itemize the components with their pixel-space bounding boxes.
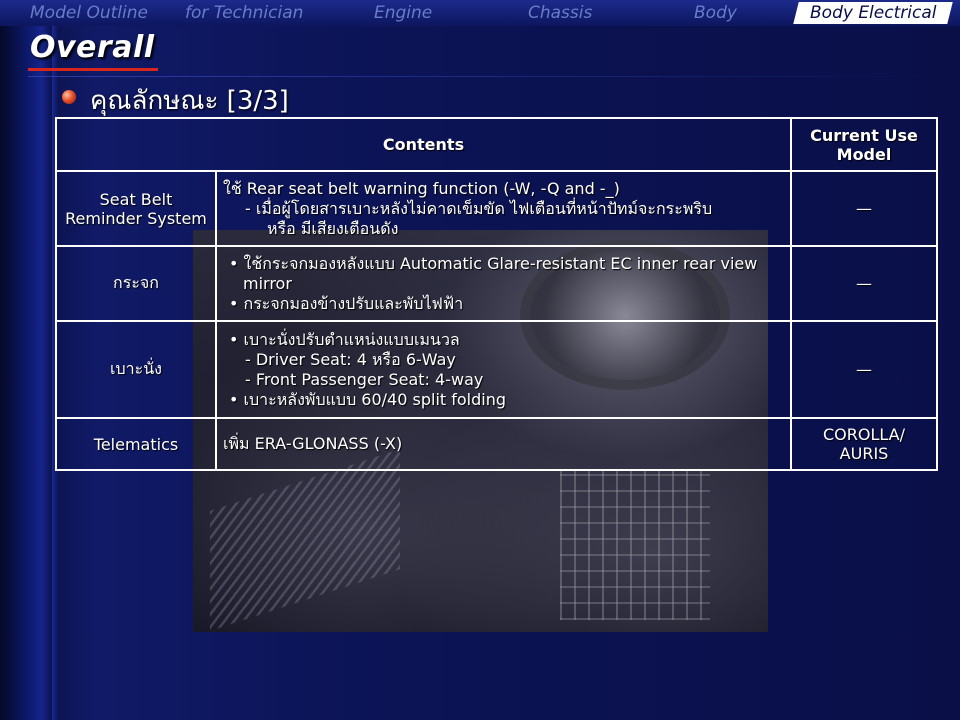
table-header-row: Contents Current Use Model bbox=[55, 117, 938, 172]
content-line: • ใช้กระจกมองหลังแบบ Automatic Glare-res… bbox=[229, 253, 758, 293]
left-decor-band bbox=[0, 0, 52, 720]
nav-tab-engine[interactable]: Engine bbox=[374, 3, 432, 23]
car-frame-photo-icon bbox=[560, 470, 710, 620]
nav-tab-body-electrical[interactable]: Body Electrical bbox=[793, 2, 954, 24]
row-model: — bbox=[790, 245, 938, 322]
content-line: • กระจกมองข้างปรับและพับไฟฟ้า bbox=[229, 293, 464, 313]
row-category: Seat Belt Reminder System bbox=[55, 170, 217, 247]
page-subtitle: คุณลักษณะ [3/3] bbox=[90, 86, 289, 116]
content-line: หรือ มีเสียงเตือนดัง bbox=[267, 218, 399, 238]
title-underline bbox=[28, 68, 158, 71]
page-title: Overall bbox=[30, 30, 155, 65]
row-model: — bbox=[790, 320, 938, 419]
row-content: เพิ่ม ERA-GLONASS (-X) bbox=[215, 417, 792, 471]
table-row: Seat Belt Reminder System ใช้ Rear seat … bbox=[55, 170, 938, 247]
content-line: • เบาะหลังพับแบบ 60/40 split folding bbox=[229, 389, 507, 409]
row-category: Telematics bbox=[55, 417, 217, 471]
content-line: ใช้ Rear seat belt warning function (-W,… bbox=[223, 178, 620, 198]
nav-tab-for-technician[interactable]: for Technician bbox=[185, 3, 303, 23]
header-contents: Contents bbox=[55, 117, 792, 172]
spec-table: Contents Current Use Model Seat Belt Rem… bbox=[55, 117, 938, 471]
row-category: กระจก bbox=[55, 245, 217, 322]
content-line: - Driver Seat: 4 หรือ 6-Way bbox=[245, 349, 456, 369]
nav-tab-chassis[interactable]: Chassis bbox=[528, 3, 592, 23]
content-line: - เมื่อผู้โดยสารเบาะหลังไม่คาดเข็มขัด ไฟ… bbox=[245, 198, 713, 218]
red-ball-bullet-icon bbox=[62, 90, 76, 104]
header-current-use-model: Current Use Model bbox=[790, 117, 938, 172]
content-line: - Front Passenger Seat: 4-way bbox=[245, 369, 484, 389]
title-rule bbox=[28, 76, 948, 77]
table-row: เบาะนั่ง • เบาะนั่งปรับตำแหน่งแบบเมนวล -… bbox=[55, 320, 938, 419]
row-content: • เบาะนั่งปรับตำแหน่งแบบเมนวล - Driver S… bbox=[215, 320, 792, 419]
content-line: • เบาะนั่งปรับตำแหน่งแบบเมนวล bbox=[229, 329, 460, 349]
table-row: Telematics เพิ่ม ERA-GLONASS (-X) COROLL… bbox=[55, 417, 938, 471]
top-nav-bar: Model Outline for Technician Engine Chas… bbox=[0, 0, 960, 26]
row-content: • ใช้กระจกมองหลังแบบ Automatic Glare-res… bbox=[215, 245, 792, 322]
content-line: เพิ่ม ERA-GLONASS (-X) bbox=[223, 434, 403, 453]
table-row: กระจก • ใช้กระจกมองหลังแบบ Automatic Gla… bbox=[55, 245, 938, 322]
row-model: COROLLA/ AURIS bbox=[790, 417, 938, 471]
nav-tab-body-electrical-label: Body Electrical bbox=[810, 3, 937, 23]
row-content: ใช้ Rear seat belt warning function (-W,… bbox=[215, 170, 792, 247]
nav-tab-model-outline[interactable]: Model Outline bbox=[30, 3, 148, 23]
row-model: — bbox=[790, 170, 938, 247]
row-category: เบาะนั่ง bbox=[55, 320, 217, 419]
nav-tab-body[interactable]: Body bbox=[694, 3, 737, 23]
